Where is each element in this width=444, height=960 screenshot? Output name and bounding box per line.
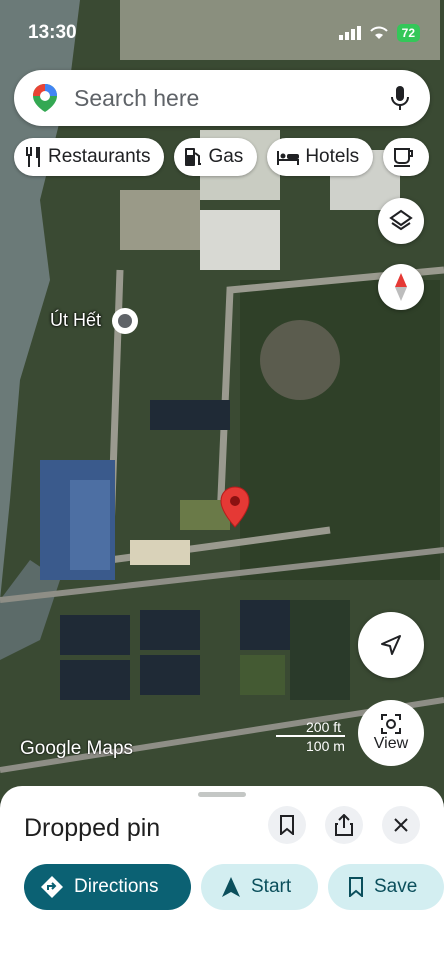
chip-hotels[interactable]: Hotels — [267, 138, 374, 176]
status-bar: 13:30 72 — [0, 18, 444, 50]
directions-label: Directions — [74, 876, 159, 897]
compass-button[interactable] — [378, 264, 424, 310]
scale-ft: 200 ft — [276, 718, 345, 737]
place-marker[interactable] — [112, 308, 138, 334]
search-input[interactable]: Search here — [74, 85, 390, 112]
microphone-icon[interactable] — [390, 85, 410, 111]
bookmark-icon — [349, 877, 363, 897]
start-label: Start — [251, 876, 292, 897]
bookmark-icon — [280, 815, 294, 835]
save-button[interactable]: Save — [328, 864, 444, 910]
battery-indicator: 72 — [396, 24, 420, 42]
start-button[interactable]: Start — [201, 864, 318, 910]
wifi-icon — [369, 26, 388, 39]
search-bar[interactable]: Search here — [14, 70, 430, 126]
gas-station-icon — [185, 148, 202, 166]
google-maps-logo: Google Maps — [20, 738, 134, 759]
navigation-icon — [222, 877, 240, 897]
category-chips: Restaurants Gas Hotels — [14, 138, 430, 176]
camera-view-icon — [381, 714, 401, 734]
signal-icon — [338, 26, 361, 40]
hotel-icon — [277, 151, 300, 165]
restaurant-icon — [26, 147, 40, 167]
my-location-button[interactable] — [358, 612, 424, 678]
view-label: View — [373, 735, 409, 752]
share-icon — [335, 814, 353, 836]
compass-icon — [395, 273, 407, 301]
close-button[interactable] — [382, 806, 420, 844]
chip-coffee[interactable] — [383, 138, 430, 176]
chip-restaurants[interactable]: Restaurants — [14, 138, 165, 176]
scale-bar: 200 ft 100 m — [276, 718, 345, 754]
directions-icon — [41, 876, 63, 898]
sheet-drag-handle[interactable] — [198, 792, 246, 797]
place-label[interactable]: Út Hết — [50, 310, 101, 331]
coffee-icon — [394, 148, 414, 167]
chip-label: Gas — [208, 146, 244, 167]
bookmark-button[interactable] — [268, 806, 306, 844]
bottom-sheet[interactable]: Dropped pin Directions Start Save — [0, 786, 444, 960]
dropped-pin-marker[interactable] — [220, 486, 250, 533]
status-icons: 72 — [338, 24, 420, 42]
save-label: Save — [374, 876, 418, 897]
chip-label: Hotels — [305, 146, 360, 167]
navigation-arrow-icon — [381, 635, 401, 655]
layers-button[interactable] — [378, 198, 424, 244]
street-view-button[interactable]: View — [358, 700, 424, 766]
chip-gas[interactable]: Gas — [174, 138, 258, 176]
layers-icon — [389, 209, 413, 231]
sheet-title: Dropped pin — [24, 814, 161, 842]
share-button[interactable] — [325, 806, 363, 844]
google-maps-pin-icon — [33, 84, 57, 112]
chip-label: Restaurants — [48, 146, 151, 167]
directions-button[interactable]: Directions — [24, 864, 191, 910]
status-time: 13:30 — [28, 22, 77, 43]
map-pin-icon — [220, 486, 250, 528]
scale-m: 100 m — [306, 737, 345, 754]
close-icon — [394, 818, 408, 832]
